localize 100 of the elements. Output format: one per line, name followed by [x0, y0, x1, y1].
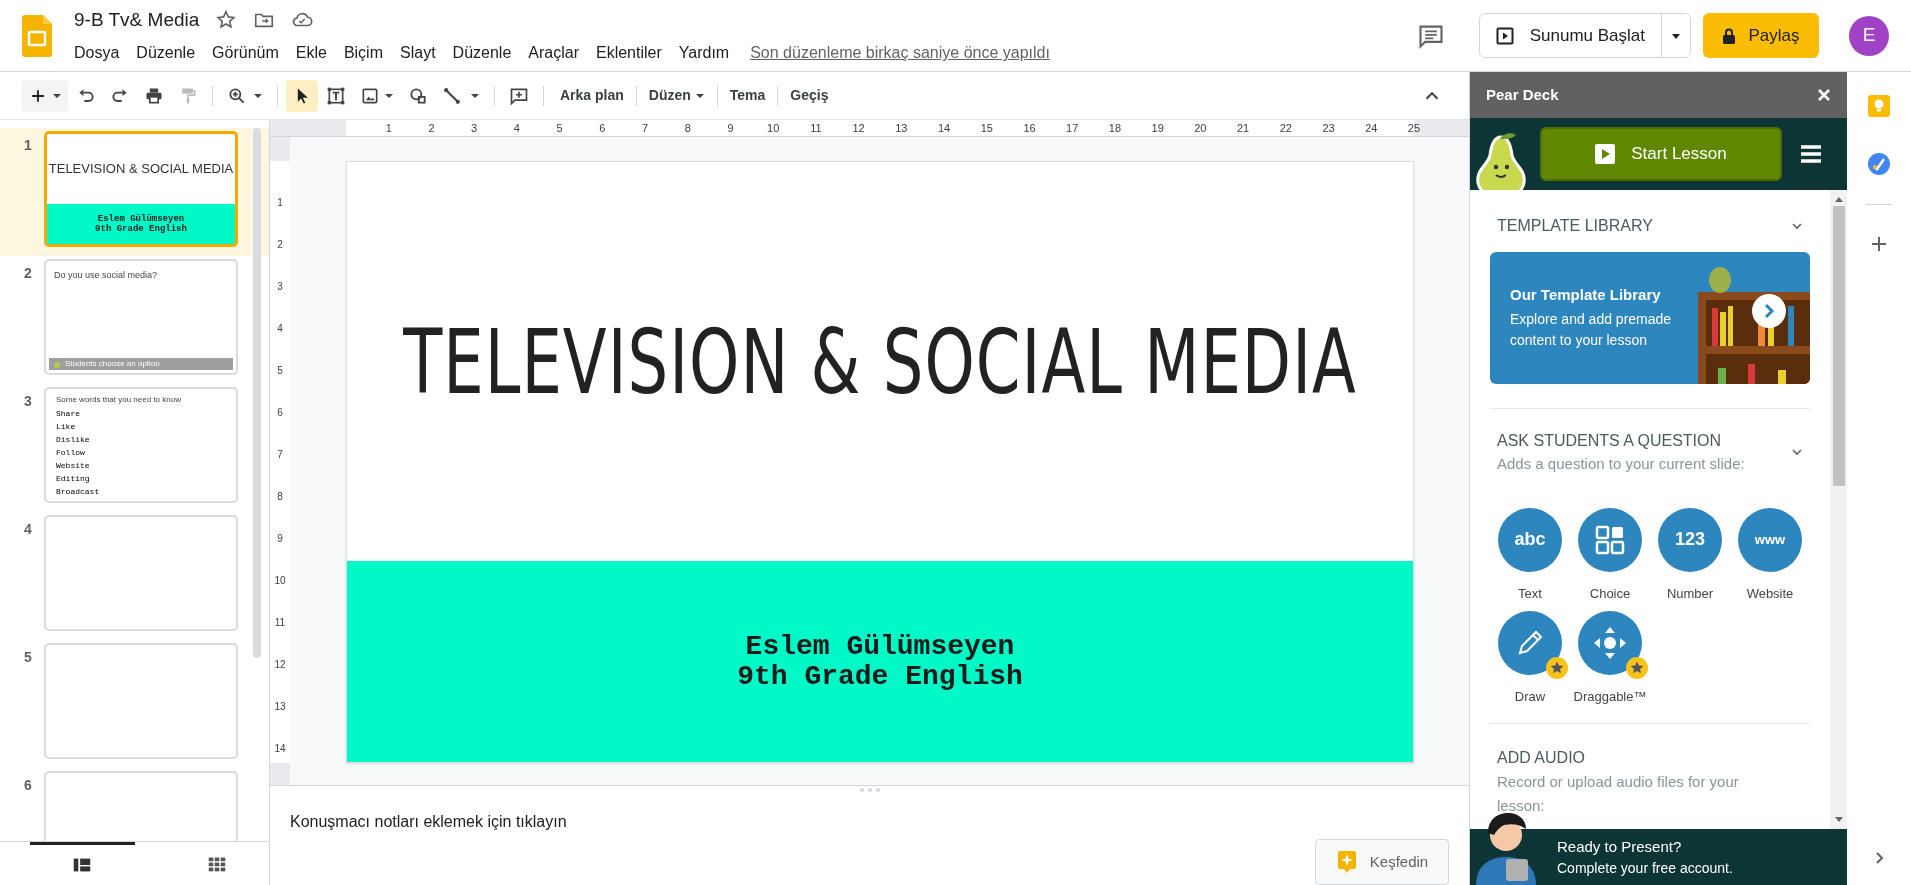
slide-thumbnail-row[interactable]: 6 [0, 768, 269, 841]
thumbnail-subtitle: Eslem Gülümseyen [97, 214, 185, 225]
thumbnail-title: Do you use social media? [54, 269, 159, 282]
question-type-label: Number [1666, 584, 1714, 603]
present-button[interactable]: Sunumu Başlat [1479, 14, 1661, 57]
slide-thumbnail[interactable]: Do you use social media? Students choose an option [44, 259, 238, 375]
play-icon [1595, 144, 1616, 164]
ruler-number: 21 [1236, 121, 1250, 136]
template-library-card[interactable]: Our Template Library Explore and add premade content to your lesson [1490, 252, 1810, 384]
slide-number: 1 [24, 136, 33, 155]
section-subtitle: Record or upload audio files for your lesson: [1497, 771, 1740, 816]
toolbar-button[interactable]: Düzen [640, 79, 713, 112]
slide-number: 5 [24, 648, 33, 667]
menu-item[interactable]: Dosya [74, 41, 120, 66]
grid-icon [1595, 524, 1625, 555]
toolbar-button[interactable]: Geçiş [782, 79, 837, 112]
scroll-down-icon[interactable] [1834, 817, 1843, 823]
slide-thumbnail[interactable] [44, 643, 238, 759]
ruler-number: 1 [277, 197, 283, 209]
ruler-number: 12 [852, 121, 865, 136]
account-avatar[interactable]: E [1849, 15, 1889, 56]
chevron-right-icon [1762, 302, 1776, 320]
ruler-number: 23 [1322, 121, 1335, 136]
ruler-number: 10 [274, 575, 286, 587]
menu-item[interactable]: Eklentiler [595, 41, 662, 66]
slide-subtitle[interactable]: 9th Grade English [737, 661, 1023, 692]
thumbnail-list-item: Website [56, 460, 91, 472]
scrollbar[interactable] [253, 128, 261, 658]
select-tool[interactable] [286, 79, 318, 112]
tasks-icon[interactable] [1867, 152, 1891, 176]
slide-thumbnail[interactable] [44, 515, 238, 631]
scroll-up-icon[interactable] [1834, 196, 1843, 202]
menu-item[interactable]: Araçlar [528, 41, 579, 66]
lock-icon [1722, 27, 1737, 44]
section-heading[interactable]: ASK STUDENTS A QUESTION [1497, 429, 1745, 453]
section-subtitle: Adds a question to your current slide: [1497, 454, 1745, 474]
explore-button[interactable]: Keşfedin [1315, 839, 1449, 885]
toolbar-button[interactable]: Arka plan [552, 79, 632, 112]
play-icon [1495, 26, 1514, 45]
add-icon[interactable] [1870, 235, 1888, 253]
slide-subtitle[interactable]: Eslem Gülümseyen [745, 631, 1015, 662]
menu-item[interactable]: Biçim [343, 41, 383, 66]
question-glyph: 123 [1674, 528, 1705, 551]
menu-item[interactable]: Yardım [678, 41, 730, 66]
thumbnail-subtitle: 9th Grade English [95, 224, 187, 235]
menu-item[interactable]: Görünüm [212, 41, 279, 66]
menu-item[interactable]: Slayt [400, 41, 436, 66]
slide-number: 4 [24, 520, 33, 539]
panel-title: Pear Deck [1486, 84, 1559, 105]
share-button[interactable]: Paylaş [1703, 13, 1819, 58]
slide-thumbnail-row[interactable]: 1 TELEVISION & SOCIAL MEDIA Eslem Gülümseyen 9th Grade English [0, 128, 269, 256]
slide-thumbnail-row[interactable]: 5 [0, 640, 269, 768]
menu-item[interactable]: Ekle [295, 41, 327, 66]
thumbnail-list-item: Follow [56, 447, 86, 459]
slide-number: 6 [24, 776, 33, 795]
section-heading[interactable]: TEMPLATE LIBRARY [1497, 214, 1653, 238]
section-heading[interactable]: ADD AUDIO [1497, 745, 1803, 770]
chevron-down-icon[interactable] [1791, 220, 1803, 232]
ruler-number: 20 [1194, 121, 1207, 136]
menu-icon[interactable] [1800, 144, 1822, 164]
slide-thumbnail[interactable]: TELEVISION & SOCIAL MEDIA Eslem Gülümseyen 9th Grade English [44, 131, 238, 247]
start-lesson-button[interactable]: Start Lesson [1540, 127, 1782, 181]
menu-item[interactable]: Düzenle [452, 41, 512, 66]
ruler-number: 13 [895, 121, 908, 136]
thumbnail-title: Some words that you need to know [56, 395, 182, 405]
speaker-notes-field[interactable]: Konuşmacı notları eklemek için tıklayın [290, 813, 567, 830]
slide-thumbnail-row[interactable]: 4 [0, 512, 269, 640]
question-type-label: Website [1746, 584, 1794, 603]
question-type-label: Text [1518, 584, 1542, 603]
question-type-button[interactable]: www [1738, 507, 1802, 572]
slide-title[interactable]: TELEVISION & SOCIAL MEDIA [403, 294, 1357, 429]
menu-item[interactable]: Düzenle [136, 41, 196, 66]
ruler-number: 15 [980, 121, 993, 136]
ruler-number: 16 [1023, 121, 1036, 136]
thumbnail-list-item: Like [56, 421, 77, 433]
ruler-number: 1 [385, 121, 392, 136]
new-slide-button[interactable] [22, 79, 68, 112]
last-edit-link[interactable]: Son düzenleme birkaç saniye önce yapıldı [750, 41, 1050, 66]
ready-banner[interactable]: Ready to Present? Complete your free account. [1470, 829, 1847, 885]
question-type-button[interactable]: 123 [1658, 507, 1722, 572]
slide-canvas[interactable]: TELEVISION & SOCIAL MEDIA Eslem Gülümseyen 9th Grade English [346, 161, 1414, 763]
slide-thumbnail[interactable]: Some words that you need to know Share Like Dislike Follow Website Editing Broadcast [44, 387, 238, 503]
question-glyph: www [1754, 530, 1786, 549]
pear-icon [53, 360, 61, 368]
slide-thumbnail-row[interactable]: 3 Some words that you need to know Share Like Dislike Follow Website Editing Broadcast [0, 384, 269, 512]
toolbar-button[interactable]: Tema [721, 79, 774, 112]
slide-thumbnail-row[interactable]: 2 Do you use social media? Students choose an option [0, 256, 269, 384]
ruler-number: 8 [277, 491, 283, 503]
ruler-number: 4 [277, 323, 283, 335]
star-icon[interactable] [215, 9, 238, 31]
ruler-number: 18 [1108, 121, 1122, 136]
scrollbar-thumb[interactable] [1832, 206, 1845, 486]
thumbnail-list-item: Broadcast [56, 486, 101, 498]
question-type-button[interactable]: abc [1498, 507, 1562, 572]
star-badge-icon [1626, 657, 1648, 679]
ruler-number: 4 [513, 121, 520, 136]
ruler-number: 19 [1151, 121, 1164, 136]
ruler-number: 24 [1365, 121, 1378, 136]
document-title[interactable]: 9-B Tv& Media [74, 5, 200, 35]
close-icon[interactable] [1817, 88, 1831, 102]
